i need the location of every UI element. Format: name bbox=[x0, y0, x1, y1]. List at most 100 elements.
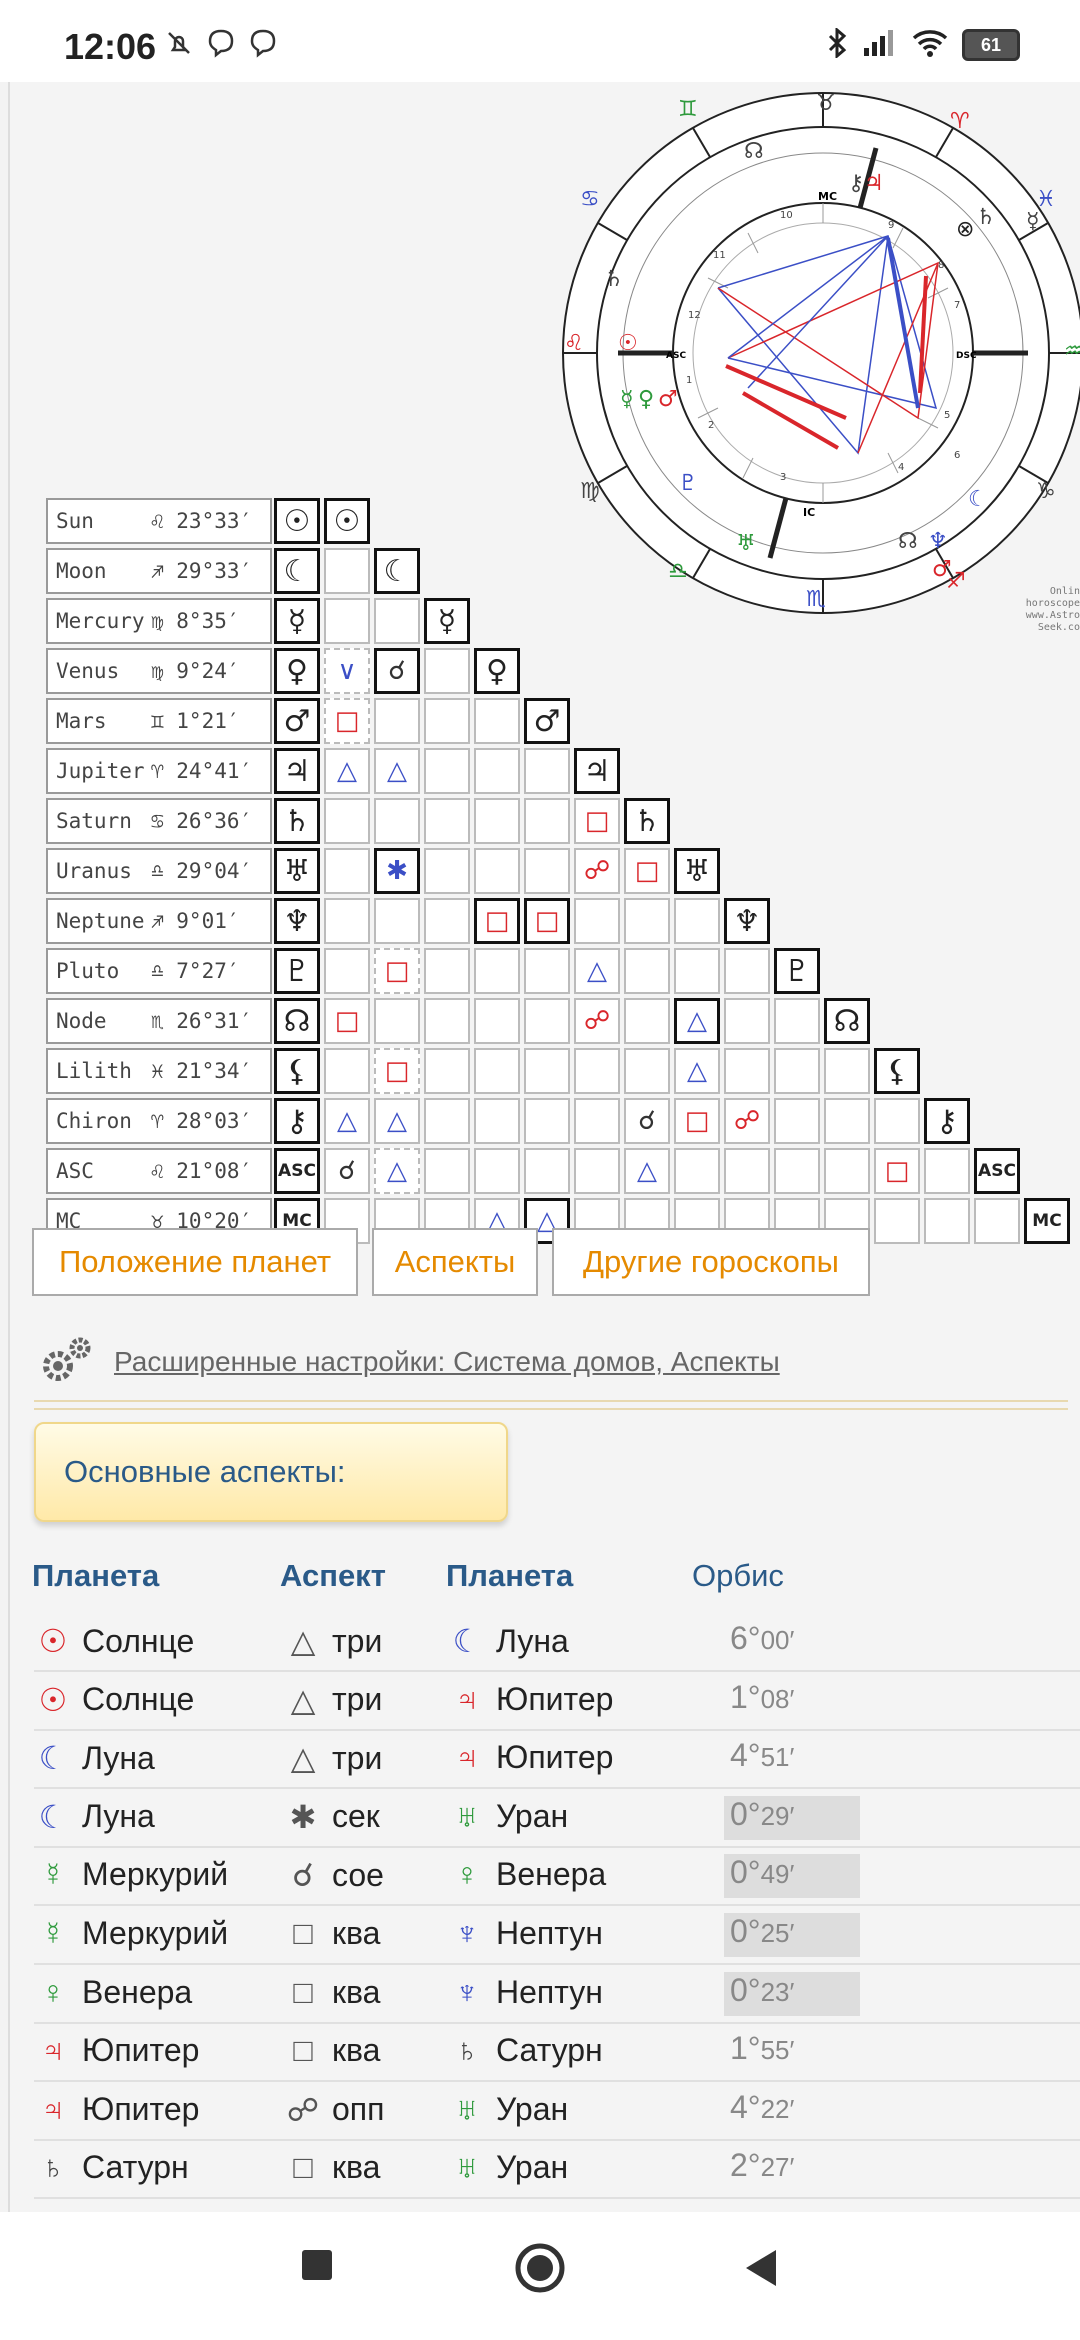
aspect-cell-empty bbox=[774, 1148, 820, 1194]
aspect-cell-empty bbox=[324, 548, 370, 594]
main-aspects-tab[interactable]: Основные аспекты: bbox=[34, 1422, 508, 1522]
planet1-label: Луна bbox=[82, 1739, 155, 1776]
planet-glyph-icon: ☾ bbox=[452, 1623, 482, 1659]
planet-glyph-diagonal: ☊ bbox=[824, 998, 870, 1044]
aspect-cell-empty bbox=[424, 848, 470, 894]
aspect-cell-empty bbox=[724, 1148, 770, 1194]
planet-name: Chiron bbox=[56, 1109, 132, 1133]
planet-position-label: Venus ♍ 9°24′ bbox=[46, 648, 272, 694]
aspect-cell-empty bbox=[574, 1048, 620, 1094]
planet-name: Mercury bbox=[56, 609, 145, 633]
planet-glyph-icon: ♆ bbox=[455, 1915, 479, 1951]
other-horoscopes-button[interactable]: Другие гороскопы bbox=[552, 1228, 870, 1296]
aspect-cell-empty bbox=[674, 1148, 720, 1194]
svg-text:♄: ♄ bbox=[604, 267, 624, 292]
planet-glyph-icon: □ bbox=[293, 2149, 313, 2186]
planet2-label: Уран bbox=[496, 2149, 569, 2186]
aspect-cell-sq: □ bbox=[324, 998, 370, 1044]
aspect: □ ква bbox=[284, 1974, 380, 2011]
col-header-planet1: Планета bbox=[32, 1558, 160, 1593]
aspect-cell-empty bbox=[424, 798, 470, 844]
advanced-settings-link[interactable]: Расширенные настройки: Система домов, Ас… bbox=[114, 1346, 780, 1378]
orb-value: 0°49′ bbox=[724, 1854, 860, 1899]
aspect-cell-tri: △ bbox=[574, 948, 620, 994]
aspect-cell-empty bbox=[624, 948, 670, 994]
planet-name: Jupiter bbox=[56, 759, 145, 783]
aspect-cell-empty bbox=[924, 1148, 970, 1194]
planet-glyph-icon: △ bbox=[290, 1623, 316, 1659]
planet-name: Saturn bbox=[56, 809, 132, 833]
planet-glyph-icon: ☌ bbox=[292, 1857, 314, 1894]
aspect-cell-tri: △ bbox=[624, 1148, 670, 1194]
aspect-cell-empty bbox=[474, 798, 520, 844]
credit-line-2: www.Astro-Seek.com bbox=[1025, 610, 1080, 633]
web-content: MC IC ASC DSC 10 9 8 543 2 1 12 11 67 ♊ … bbox=[0, 82, 1080, 2212]
aspect-cell-sq: □ bbox=[374, 948, 420, 994]
aspect-cell-empty bbox=[724, 998, 770, 1044]
aspect-cell-empty bbox=[424, 648, 470, 694]
orb-degrees: 4° bbox=[730, 1737, 761, 1774]
planet1-label: Солнце bbox=[82, 1622, 195, 1659]
aspect-cell-sex: ✱ bbox=[374, 848, 420, 894]
planet2: ♃ Юпитер bbox=[448, 1739, 613, 1776]
aspect-cell-empty bbox=[324, 848, 370, 894]
svg-text:⚷: ⚷ bbox=[848, 171, 864, 196]
planet-name: Pluto bbox=[56, 959, 120, 983]
home-button[interactable] bbox=[514, 2242, 566, 2298]
aspect-cell-empty bbox=[474, 748, 520, 794]
planet2-label: Уран bbox=[496, 2090, 569, 2127]
orb-degrees: 0° bbox=[730, 1854, 761, 1891]
aspect: ☍ опп bbox=[284, 2091, 385, 2129]
aspect-cell-empty bbox=[524, 948, 570, 994]
planet2: ♆ Нептун bbox=[448, 1915, 603, 1952]
planet-glyph-diagonal: ♅ bbox=[674, 848, 720, 894]
planet-glyph-diagonal: ⚸ bbox=[874, 1048, 920, 1094]
recents-button[interactable] bbox=[300, 2248, 334, 2286]
aspect-cell-empty bbox=[774, 1098, 820, 1144]
table-row: ♃ Юпитер ☍ опп ♅ Уран 4°22′ bbox=[34, 2081, 1080, 2141]
aspect-cell-empty bbox=[374, 698, 420, 744]
aspect-cell-empty bbox=[424, 1048, 470, 1094]
planet-position-label: Jupiter ♈ 24°41′ bbox=[46, 748, 272, 794]
svg-text:♂: ♂ bbox=[658, 387, 678, 412]
aspect-cell-empty bbox=[524, 798, 570, 844]
aspect-cell-empty bbox=[524, 1098, 570, 1144]
aspect-cell-empty bbox=[374, 798, 420, 844]
aspect-cell-empty bbox=[374, 598, 420, 644]
orb-value: 4°51′ bbox=[724, 1737, 860, 1781]
planet-sign-degree: ♎ 7°27′ bbox=[151, 959, 240, 983]
aspect: ✱ сек bbox=[284, 1798, 380, 1836]
aspect-cell-empty bbox=[474, 1148, 520, 1194]
planet-positions-button[interactable]: Положение планет bbox=[32, 1228, 358, 1296]
aspect: △ три bbox=[284, 1739, 383, 1777]
aspect-cell-empty bbox=[474, 848, 520, 894]
aspect-cell-empty bbox=[624, 998, 670, 1044]
gears-icon bbox=[38, 1334, 94, 1390]
orb-degrees: 6° bbox=[730, 1620, 761, 1656]
aspects-button[interactable]: Аспекты bbox=[372, 1228, 538, 1296]
planet-sign-degree: ♊ 1°21′ bbox=[151, 709, 240, 733]
aspect-cell-empty bbox=[824, 1098, 870, 1144]
advanced-settings[interactable]: Расширенные настройки: Система домов, Ас… bbox=[38, 1332, 780, 1392]
planet-glyph-diagonal: ♀ bbox=[474, 648, 520, 694]
orb-minutes: 22′ bbox=[760, 2093, 795, 2124]
back-button[interactable] bbox=[742, 2248, 778, 2292]
planet-glyph-diagonal: MC bbox=[1024, 1198, 1070, 1244]
planet-name: Neptune bbox=[56, 909, 145, 933]
aspect-cell-tri: △ bbox=[324, 748, 370, 794]
svg-text:4: 4 bbox=[898, 462, 904, 473]
aspect-cell-sq: □ bbox=[874, 1148, 920, 1194]
planet-glyph-diagonal: ASC bbox=[974, 1148, 1020, 1194]
aspect-cell-empty bbox=[424, 898, 470, 944]
aspect-cell-empty bbox=[974, 1198, 1020, 1244]
aspect-cell-tri: △ bbox=[674, 1048, 720, 1094]
planet-glyph-icon: ♅ bbox=[455, 2090, 479, 2127]
planet-glyph-diagonal: ♃ bbox=[574, 748, 620, 794]
planet-glyph-icon: ♃ bbox=[41, 2090, 65, 2127]
main-aspects-tab-label: Основные аспекты: bbox=[64, 1454, 346, 1489]
planet1: ☉ Солнце bbox=[34, 1681, 195, 1719]
planet-sign-degree: ♐ 29°33′ bbox=[151, 559, 253, 583]
aspect-cell-empty bbox=[524, 1048, 570, 1094]
aspect-label: три bbox=[332, 1739, 383, 1776]
svg-text:IC: IC bbox=[803, 506, 815, 519]
